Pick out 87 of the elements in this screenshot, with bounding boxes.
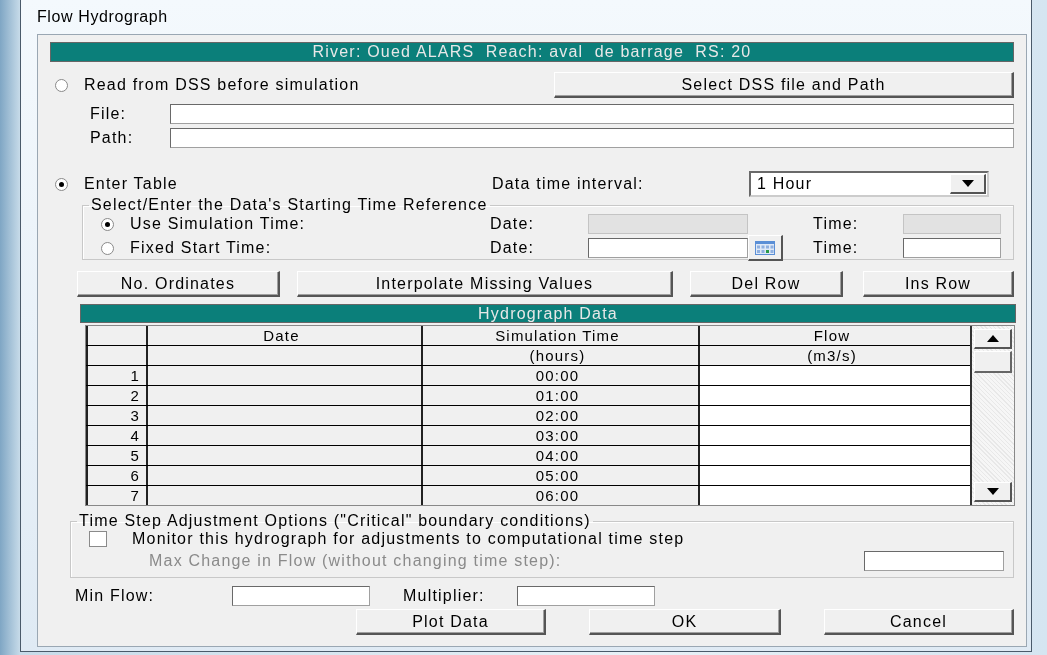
column-header: Date — [146, 326, 421, 345]
table-cell[interactable] — [146, 466, 421, 485]
row-number: 3 — [86, 406, 146, 425]
radio-button[interactable] — [55, 177, 68, 191]
time-field[interactable] — [903, 238, 1001, 258]
file-label: File: — [90, 105, 128, 123]
table-cell: 01:00 — [421, 386, 698, 405]
group-legend: Time Step Adjustment Options ("Critical" boundary conditions) — [77, 514, 593, 528]
time-label: Time: — [813, 215, 860, 233]
radio-label: Read from DSS before simulation — [84, 76, 361, 94]
table-action-button[interactable]: Interpolate Missing Values — [297, 271, 673, 297]
table-action-button[interactable]: Ins Row — [863, 271, 1014, 297]
path-field[interactable] — [170, 128, 1014, 148]
table-cell[interactable] — [698, 386, 970, 405]
scroll-up-button[interactable] — [974, 329, 1012, 349]
scrollbar[interactable] — [972, 326, 1014, 505]
interval-dropdown[interactable]: 1 Hour — [749, 171, 989, 197]
table-cell[interactable] — [698, 426, 970, 445]
radio-label: Fixed Start Time: — [130, 239, 273, 257]
row-number: 1 — [86, 366, 146, 385]
table-cell[interactable] — [146, 406, 421, 425]
path-label: Path: — [90, 129, 135, 147]
min-flow-label: Min Flow: — [75, 587, 156, 605]
column-unit: (hours) — [421, 346, 698, 365]
table-cell[interactable] — [698, 486, 970, 505]
table-cell: 04:00 — [421, 446, 698, 465]
time-field[interactable] — [903, 214, 1001, 234]
column-unit: (m3/s) — [698, 346, 970, 365]
checkbox-label: Monitor this hydrograph for adjustments to computational time step — [132, 530, 685, 548]
scroll-down-button[interactable] — [974, 482, 1012, 502]
radio-label: Use Simulation Time: — [130, 215, 307, 233]
header-cell — [86, 346, 146, 365]
calendar-button[interactable] — [748, 235, 783, 261]
table-cell: 00:00 — [421, 366, 698, 385]
table-cell: 06:00 — [421, 486, 698, 505]
interval-label: Data time interval: — [492, 175, 645, 193]
caret-icon — [961, 180, 974, 187]
table-action-button[interactable]: No. Ordinates — [77, 271, 280, 297]
row-number: 4 — [86, 426, 146, 445]
date-label: Date: — [490, 239, 536, 257]
multiplier-label: Multiplier: — [403, 587, 486, 605]
radio-button[interactable] — [55, 78, 68, 92]
table-cell[interactable] — [698, 366, 970, 385]
table-cell: 03:00 — [421, 426, 698, 445]
header-cell — [86, 326, 146, 345]
table-cell[interactable] — [146, 426, 421, 445]
table-cell[interactable] — [146, 386, 421, 405]
down-arrow-icon — [986, 488, 999, 495]
calendar-icon — [755, 240, 775, 255]
time-label: Time: — [813, 239, 860, 257]
table-cell[interactable] — [698, 406, 970, 425]
window-title: Flow Hydrograph — [37, 8, 168, 26]
select-dss-button[interactable]: Select DSS file and Path — [554, 72, 1014, 98]
date-field[interactable] — [588, 238, 748, 258]
group-legend: Select/Enter the Data's Starting Time Reference — [89, 198, 490, 212]
dialog-button[interactable]: OK — [589, 609, 781, 635]
row-number: 2 — [86, 386, 146, 405]
column-header: Flow — [698, 326, 970, 345]
table-cell[interactable] — [698, 446, 970, 465]
table-cell[interactable] — [698, 466, 970, 485]
radio-button[interactable] — [101, 241, 114, 255]
table-cell[interactable] — [146, 366, 421, 385]
row-number: 7 — [86, 486, 146, 505]
max-change-field[interactable] — [864, 551, 1004, 571]
date-label: Date: — [490, 215, 536, 233]
dropdown-button[interactable] — [950, 174, 986, 194]
radio-label: Enter Table — [84, 175, 179, 193]
dropdown-value: 1 Hour — [757, 175, 813, 193]
min-flow-field[interactable] — [232, 586, 370, 606]
dialog-button[interactable]: Cancel — [824, 609, 1014, 635]
table-cell: 02:00 — [421, 406, 698, 425]
file-field[interactable] — [170, 104, 1014, 124]
scroll-thumb[interactable] — [974, 351, 1012, 373]
row-number: 6 — [86, 466, 146, 485]
table-action-button[interactable]: Del Row — [690, 271, 843, 297]
table-title-bar: Hydrograph Data — [80, 304, 1016, 323]
row-number: 5 — [86, 446, 146, 465]
max-change-label: Max Change in Flow (without changing time step): — [149, 552, 563, 570]
location-banner: River: Oued ALARS Reach: aval de barrage RS: 20 — [50, 42, 1014, 62]
dialog-button[interactable]: Plot Data — [356, 609, 546, 635]
table-cell: 05:00 — [421, 466, 698, 485]
multiplier-field[interactable] — [517, 586, 655, 606]
table-cell[interactable] — [146, 446, 421, 465]
checkbox[interactable] — [89, 531, 107, 547]
table-cell[interactable] — [146, 486, 421, 505]
up-arrow-icon — [986, 335, 999, 342]
column-header: Simulation Time — [421, 326, 698, 345]
